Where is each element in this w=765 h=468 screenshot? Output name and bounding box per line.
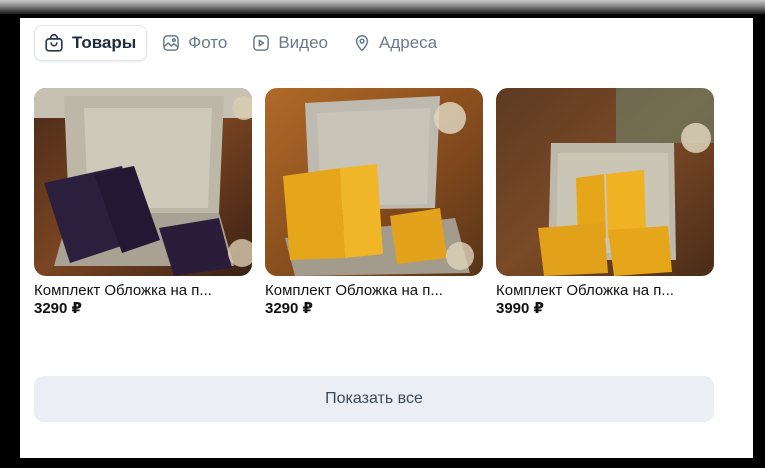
product-name: Комплект Обложка на п...	[496, 282, 674, 299]
image-icon	[161, 33, 181, 53]
tab-addresses[interactable]: Адреса	[344, 26, 447, 60]
product-image	[265, 88, 483, 276]
product-card[interactable]: Комплект Обложка на п... 3990 ₽	[496, 88, 714, 318]
map-pin-icon	[352, 33, 372, 53]
product-image	[34, 88, 252, 276]
screen-frame: Товары Фото Видео Адреса Комплект Обложк…	[0, 0, 765, 468]
tab-products[interactable]: Товары	[34, 25, 148, 61]
product-price: 3990 ₽	[496, 300, 544, 317]
product-image	[496, 88, 714, 276]
video-icon	[251, 33, 271, 53]
product-card[interactable]: Комплект Обложка на п... 3290 ₽	[34, 88, 252, 318]
tab-video-label: Видео	[278, 33, 329, 52]
tab-products-label: Товары	[72, 33, 137, 52]
tab-addresses-label: Адреса	[379, 33, 438, 52]
product-card[interactable]: Комплект Обложка на п... 3290 ₽	[265, 88, 483, 318]
tab-photo[interactable]: Фото	[153, 26, 237, 60]
top-edge	[0, 0, 765, 14]
product-price: 3290 ₽	[34, 300, 82, 317]
product-price: 3290 ₽	[265, 300, 313, 317]
product-name: Комплект Обложка на п...	[34, 282, 212, 299]
shopping-bag-icon	[43, 32, 65, 54]
tab-photo-label: Фото	[188, 33, 228, 52]
tab-video[interactable]: Видео	[243, 26, 338, 60]
product-name: Комплект Обложка на п...	[265, 282, 443, 299]
show-all-button[interactable]: Показать все	[34, 376, 714, 422]
products-row: Комплект Обложка на п... 3290 ₽ Комплект…	[34, 88, 714, 318]
section-tabs: Товары Фото Видео Адреса	[34, 25, 447, 61]
